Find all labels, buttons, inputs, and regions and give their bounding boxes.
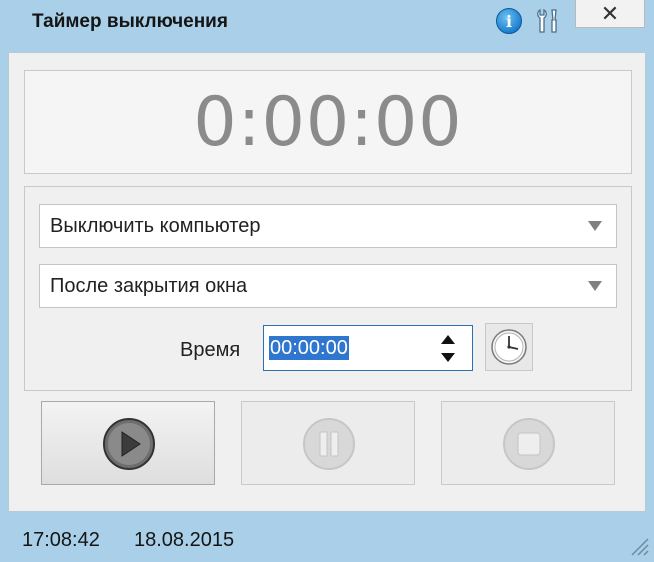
play-icon: [103, 418, 155, 470]
start-button[interactable]: [41, 401, 215, 485]
mode-select[interactable]: После закрытия окна: [39, 264, 617, 308]
pause-icon: [303, 418, 355, 470]
info-glyph: i: [505, 11, 513, 31]
clock-button[interactable]: [485, 323, 533, 371]
status-time: 17:08:42: [22, 529, 100, 551]
clock-icon: [491, 329, 527, 365]
close-icon: ✕: [600, 0, 620, 26]
status-bar: 17:08:42 18.08.2015: [0, 515, 654, 562]
time-input-value[interactable]: 00:00:00: [269, 336, 349, 360]
timer-panel: 0:00:00: [24, 70, 632, 174]
resize-grip-icon[interactable]: [628, 535, 650, 557]
action-select[interactable]: Выключить компьютер: [39, 204, 617, 248]
timer-window: Таймер выключения i ✕ 0:00:00 Выключить …: [0, 0, 654, 562]
time-input[interactable]: 00:00:00: [263, 325, 473, 371]
chevron-down-icon: [588, 281, 602, 291]
spin-up-icon[interactable]: [441, 335, 455, 344]
tools-icon[interactable]: [533, 6, 563, 36]
timer-display: 0:00:00: [193, 82, 463, 162]
chevron-down-icon: [588, 221, 602, 231]
stop-button[interactable]: [441, 401, 615, 485]
pause-button[interactable]: [241, 401, 415, 485]
close-button[interactable]: ✕: [575, 0, 645, 28]
tools-icon-graphic: [537, 8, 557, 33]
window-title: Таймер выключения: [32, 11, 228, 32]
time-label: Время: [180, 339, 241, 361]
stop-icon: [503, 418, 555, 470]
main-content: 0:00:00 Выключить компьютер После закрыт…: [8, 52, 646, 512]
info-icon[interactable]: i: [496, 8, 522, 34]
title-bar[interactable]: Таймер выключения i ✕: [0, 0, 654, 46]
status-date: 18.08.2015: [134, 529, 235, 551]
controls-panel: Выключить компьютер После закрытия окна …: [24, 186, 632, 391]
spin-down-icon[interactable]: [441, 353, 455, 362]
mode-select-value: После закрытия окна: [50, 274, 248, 297]
action-select-value: Выключить компьютер: [50, 214, 261, 237]
